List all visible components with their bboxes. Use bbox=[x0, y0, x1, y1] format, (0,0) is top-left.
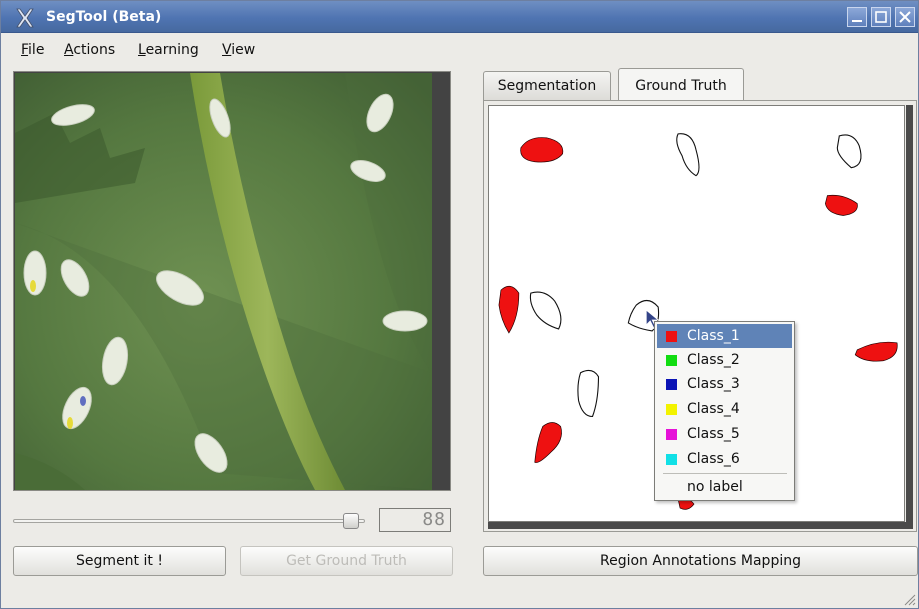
annotation-region-red[interactable] bbox=[825, 194, 858, 216]
annotation-region-red[interactable] bbox=[520, 137, 564, 163]
tab-ground-truth[interactable]: Ground Truth bbox=[618, 68, 744, 102]
menu-file-label: ile bbox=[28, 42, 45, 58]
annotation-region-unlabeled[interactable] bbox=[676, 133, 700, 177]
class-1-color-swatch bbox=[666, 331, 677, 342]
menu-item-class-1[interactable]: Class_1 bbox=[657, 324, 792, 348]
leaf-photo-image[interactable] bbox=[15, 73, 432, 490]
class-context-menu: Class_1 Class_2 Class_3 Class_4 Class_5 … bbox=[654, 321, 795, 501]
segment-button[interactable]: Segment it ! bbox=[13, 546, 226, 576]
maximize-button[interactable] bbox=[871, 7, 891, 27]
app-x-icon bbox=[16, 8, 34, 28]
menu-view-label: iew bbox=[231, 42, 256, 58]
class-6-color-swatch bbox=[666, 454, 677, 465]
close-icon bbox=[899, 11, 911, 23]
maximize-icon bbox=[875, 11, 887, 23]
annotation-region-red[interactable] bbox=[854, 341, 898, 362]
tab-segmentation[interactable]: Segmentation bbox=[483, 71, 611, 101]
menu-item-no-label[interactable]: no label bbox=[657, 475, 792, 499]
menu-file-mnemonic: F bbox=[21, 42, 29, 58]
app-window: SegTool (Beta) File Actions Learning Vie… bbox=[0, 0, 919, 609]
menu-view[interactable]: View bbox=[222, 42, 255, 58]
canvas-scroll-shadow-right bbox=[906, 105, 913, 526]
menu-bar: File Actions Learning View bbox=[2, 34, 917, 62]
menu-item-class-2[interactable]: Class_2 bbox=[657, 348, 792, 372]
menu-item-class-4[interactable]: Class_4 bbox=[657, 397, 792, 421]
lcd-value-display: 88 bbox=[379, 508, 451, 532]
class-5-color-swatch bbox=[666, 429, 677, 440]
minimize-button[interactable] bbox=[847, 7, 867, 27]
menu-item-class-2-label: Class_2 bbox=[687, 352, 740, 368]
class-4-color-swatch bbox=[666, 404, 677, 415]
menu-separator bbox=[663, 473, 787, 474]
get-ground-truth-button[interactable]: Get Ground Truth bbox=[240, 546, 453, 576]
menu-item-class-6[interactable]: Class_6 bbox=[657, 447, 792, 471]
resize-grip-icon[interactable] bbox=[902, 592, 916, 606]
close-button[interactable] bbox=[895, 7, 915, 27]
menu-item-class-6-label: Class_6 bbox=[687, 451, 740, 467]
annotation-region-red[interactable] bbox=[534, 422, 562, 463]
menu-view-mnemonic: V bbox=[222, 42, 232, 58]
menu-item-no-label-text: no label bbox=[687, 479, 743, 495]
class-2-color-swatch bbox=[666, 355, 677, 366]
threshold-slider[interactable] bbox=[13, 509, 373, 533]
menu-learning-mnemonic: L bbox=[138, 42, 146, 58]
menu-learning-label: earning bbox=[145, 42, 199, 58]
annotation-region-unlabeled[interactable] bbox=[529, 291, 562, 330]
menu-item-class-5[interactable]: Class_5 bbox=[657, 422, 792, 446]
menu-learning[interactable]: Learning bbox=[138, 42, 199, 58]
title-bar[interactable]: SegTool (Beta) bbox=[1, 1, 918, 33]
menu-file[interactable]: File bbox=[21, 42, 44, 58]
class-3-color-swatch bbox=[666, 379, 677, 390]
menu-item-class-3[interactable]: Class_3 bbox=[657, 372, 792, 396]
slider-handle[interactable] bbox=[343, 513, 359, 529]
canvas-scroll-shadow-bottom bbox=[488, 522, 913, 529]
menu-actions-label: ctions bbox=[73, 42, 116, 58]
annotation-region-red[interactable] bbox=[498, 285, 520, 334]
annotation-region-unlabeled[interactable] bbox=[577, 369, 600, 418]
region-annotations-mapping-button[interactable]: Region Annotations Mapping bbox=[483, 546, 918, 576]
source-image-panel[interactable] bbox=[13, 71, 451, 491]
window-title: SegTool (Beta) bbox=[46, 9, 162, 25]
menu-actions-mnemonic: A bbox=[64, 42, 74, 58]
slider-groove[interactable] bbox=[13, 519, 365, 523]
menu-item-class-3-label: Class_3 bbox=[687, 376, 740, 392]
menu-item-class-4-label: Class_4 bbox=[687, 401, 740, 417]
menu-actions[interactable]: Actions bbox=[64, 42, 115, 58]
annotation-region-unlabeled[interactable] bbox=[836, 134, 862, 169]
menu-item-class-5-label: Class_5 bbox=[687, 426, 740, 442]
menu-item-class-1-label: Class_1 bbox=[687, 328, 740, 344]
minimize-icon bbox=[852, 20, 862, 22]
